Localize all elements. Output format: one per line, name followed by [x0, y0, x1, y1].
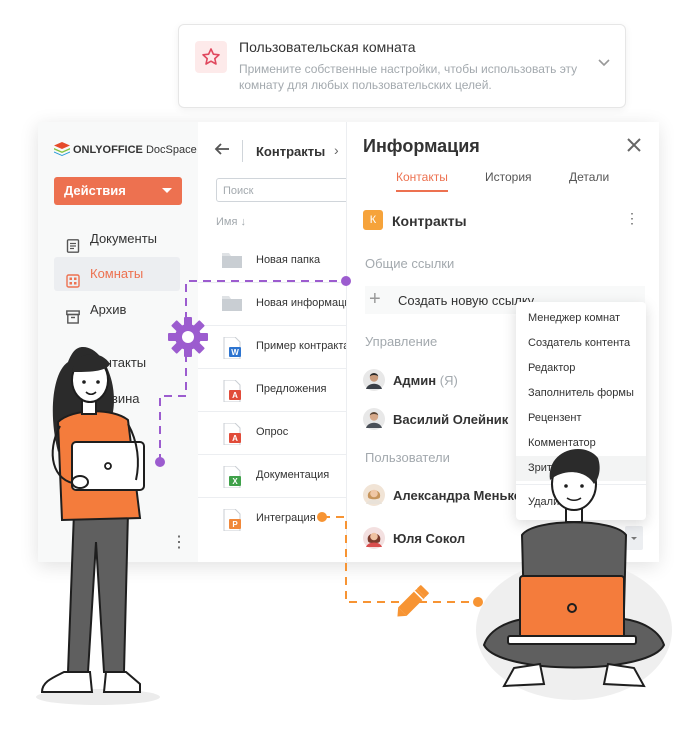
dropdown-option-commentator[interactable]: Комментатор [516, 431, 646, 456]
sidebar: ONLYOFFICE DocSpace Действия Документы К… [38, 122, 199, 562]
divider [242, 140, 243, 162]
custom-room-card[interactable]: Пользовательская комната Примените собст… [178, 24, 626, 108]
folder-icon [222, 294, 242, 314]
room-name: Контракты [392, 213, 467, 229]
role-dropdown: Менеджер комнат Создатель контента Редак… [516, 302, 646, 520]
avatar [363, 484, 385, 506]
file-name: Новая папка [256, 254, 321, 266]
file-row[interactable]: Новая папка [198, 240, 346, 283]
section-shared-links: Общие ссылки [365, 256, 455, 271]
file-name: Предложения [256, 383, 327, 395]
svg-text:A: A [232, 434, 238, 443]
room-logo-badge: К [363, 210, 383, 230]
tab-contacts[interactable]: Контакты [396, 170, 448, 192]
more-vertical-icon[interactable]: ⋮ [625, 210, 639, 227]
role-select-toggle[interactable] [625, 526, 643, 550]
file-row[interactable]: A Предложения [198, 369, 346, 412]
arrow-back-icon[interactable] [214, 142, 230, 161]
sidebar-item-contacts[interactable]: Контакты [54, 346, 180, 380]
member-name: Василий Олейник [393, 412, 509, 427]
chevron-right-icon[interactable]: › [334, 142, 339, 158]
file-row[interactable]: A Опрос [198, 412, 346, 455]
file-name: Опрос [256, 426, 289, 438]
more-vertical-icon[interactable]: ⋮ [171, 532, 187, 552]
member-name: Юля Сокол [393, 531, 466, 546]
file-row[interactable]: Новая информация [198, 283, 357, 326]
plus-icon: + [369, 288, 381, 310]
file-row[interactable]: P Интеграция [198, 498, 346, 540]
sidebar-item-trash[interactable]: Корзина [54, 382, 180, 416]
file-list-panel: Контракты › Поиск Имя ↓ Новая папка Нова… [198, 122, 357, 562]
archive-icon [66, 303, 80, 337]
file-name: Интеграция [256, 512, 316, 524]
search-input[interactable]: Поиск [216, 178, 356, 202]
divider [516, 484, 646, 485]
sidebar-item-label: Контакты [90, 355, 147, 370]
docx-file-icon: W [222, 336, 242, 360]
breadcrumb[interactable]: Контракты [256, 144, 325, 159]
sidebar-item-label: Корзина [90, 391, 140, 406]
dropdown-option-editor[interactable]: Редактор [516, 356, 646, 381]
logo-brand: ONLYOFFICE [73, 144, 143, 156]
file-row[interactable]: W Пример контракта [198, 326, 350, 369]
onlyoffice-logo-icon [54, 142, 70, 156]
trash-icon [66, 392, 80, 426]
caret-down-icon [162, 188, 172, 193]
close-icon[interactable] [627, 132, 641, 158]
svg-text:W: W [231, 348, 239, 357]
star-icon [195, 41, 227, 73]
room-type-description: Примените собственные настройки, чтобы и… [239, 62, 578, 92]
pencil-icon [397, 585, 429, 617]
dropdown-option-room-manager[interactable]: Менеджер комнат [516, 306, 646, 331]
room-type-title: Пользовательская комната [239, 39, 416, 55]
caret-down-icon [631, 537, 637, 540]
xlsx-file-icon: X [222, 465, 242, 489]
dropdown-option-viewer[interactable]: Зритель [516, 456, 646, 481]
folder-icon [222, 251, 242, 271]
section-management: Управление [365, 334, 438, 349]
member-name: Админ [393, 373, 437, 388]
file-name: Новая информация [256, 297, 357, 309]
avatar [363, 369, 385, 391]
member-self-label: (Я) [439, 373, 458, 388]
column-header-name[interactable]: Имя ↓ [216, 216, 246, 228]
tab-history[interactable]: История [485, 170, 532, 184]
sidebar-item-label: Комнаты [90, 266, 144, 281]
svg-text:X: X [232, 477, 238, 486]
pptx-file-icon: P [222, 508, 242, 532]
logo: ONLYOFFICE DocSpace [54, 142, 197, 156]
section-users: Пользователи [365, 450, 450, 465]
sidebar-item-label: Документы [90, 231, 158, 246]
file-row[interactable]: X Документация [198, 455, 346, 498]
dropdown-option-form-filler[interactable]: Заполнитель формы [516, 381, 646, 406]
sidebar-item-archive[interactable]: Архив [54, 293, 180, 327]
dropdown-option-remove[interactable]: Удалить [516, 490, 646, 515]
sidebar-item-rooms[interactable]: Комнаты [54, 257, 180, 291]
svg-text:P: P [232, 520, 238, 529]
pdf-file-icon: A [222, 379, 242, 403]
info-panel-title: Информация [363, 136, 480, 156]
pdf-file-icon: A [222, 422, 242, 446]
create-link-label: Создать новую ссылку [398, 293, 535, 308]
member-name: Александра Меньков [393, 488, 530, 503]
file-name: Пример контракта [256, 340, 350, 352]
actions-button-label: Действия [64, 183, 126, 198]
dropdown-option-reviewer[interactable]: Рецензент [516, 406, 646, 431]
avatar [363, 408, 385, 430]
dropdown-option-content-creator[interactable]: Создатель контента [516, 331, 646, 356]
chevron-down-icon[interactable] [597, 55, 611, 73]
sidebar-item-label: Архив [90, 302, 127, 317]
avatar [363, 527, 385, 549]
actions-button[interactable]: Действия [54, 177, 182, 205]
svg-text:A: A [232, 391, 238, 400]
logo-product: DocSpace [145, 144, 197, 156]
sidebar-item-documents[interactable]: Документы [54, 222, 180, 256]
file-name: Документация [256, 469, 330, 481]
tab-details[interactable]: Детали [569, 170, 609, 184]
